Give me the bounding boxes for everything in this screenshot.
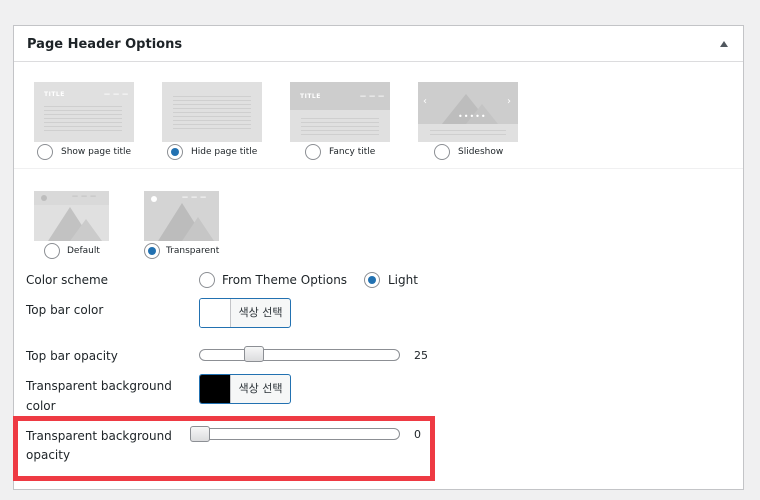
chevron-right-icon: › [507, 96, 511, 107]
option-label-hide-page-title: Hide page title [191, 147, 258, 157]
slideshow-thumbnail[interactable]: ‹ › ••••• [418, 82, 518, 142]
option-label-fancy-title: Fancy title [329, 147, 376, 157]
top-bar-color-label: Top bar color [26, 303, 104, 317]
transparent-background-color-button-label: 색상 선택 [230, 375, 290, 403]
transparent-background-color-button[interactable]: 색상 선택 [199, 374, 291, 404]
hide-page-title-thumbnail[interactable] [162, 82, 262, 142]
collapse-arrow-icon[interactable] [720, 41, 728, 47]
chevron-left-icon: ‹ [423, 96, 427, 107]
thumb-dashes-text: — — — [182, 194, 207, 201]
option-label-from-theme-options: From Theme Options [222, 273, 348, 287]
radio-slideshow[interactable] [434, 144, 450, 160]
top-bar-color-button-label: 색상 선택 [230, 299, 290, 327]
option-label-transparent: Transparent [166, 246, 220, 256]
color-scheme-label: Color scheme [26, 273, 109, 287]
thumb-dashes-text: — — — [104, 91, 129, 98]
top-bar-opacity-handle[interactable] [244, 346, 264, 362]
top-bar-color-button[interactable]: 색상 선택 [199, 298, 291, 328]
highlight-box [13, 416, 435, 481]
option-label-slideshow: Slideshow [458, 147, 504, 157]
top-bar-opacity-label: Top bar opacity [26, 349, 118, 363]
radio-transparent-header[interactable] [144, 243, 160, 259]
panel-header[interactable]: Page Header Options [14, 26, 743, 62]
transparent-header-thumbnail[interactable]: — — — [144, 191, 219, 241]
show-page-title-thumbnail[interactable]: TITLE — — — [34, 82, 134, 142]
radio-from-theme-options[interactable] [199, 272, 215, 288]
thumb-dashes-text: — — — [360, 93, 385, 100]
radio-show-page-title[interactable] [37, 144, 53, 160]
radio-light[interactable] [364, 272, 380, 288]
thumb-title-text: TITLE [44, 91, 65, 98]
transparent-background-color-label-line2: color [26, 399, 56, 413]
slide-dots-icon: ••••• [458, 112, 487, 121]
panel-title: Page Header Options [27, 37, 183, 52]
top-bar-opacity-slider[interactable] [199, 349, 400, 361]
thumb-dashes-text: — — — [72, 193, 97, 200]
radio-fancy-title[interactable] [305, 144, 321, 160]
option-label-default: Default [67, 246, 100, 256]
transparent-background-color-swatch [200, 375, 230, 403]
radio-default-header[interactable] [44, 243, 60, 259]
fancy-title-thumbnail[interactable]: TITLE — — — [290, 82, 390, 142]
default-header-thumbnail[interactable]: — — — [34, 191, 109, 241]
top-bar-opacity-value: 25 [414, 349, 428, 362]
top-bar-color-swatch [200, 299, 230, 327]
option-label-light: Light [388, 273, 418, 287]
option-label-show-page-title: Show page title [61, 147, 132, 157]
transparent-background-color-label-line1: Transparent background [26, 379, 172, 393]
thumb-title-text: TITLE [300, 93, 321, 100]
section-divider [14, 168, 743, 169]
radio-hide-page-title[interactable] [167, 144, 183, 160]
